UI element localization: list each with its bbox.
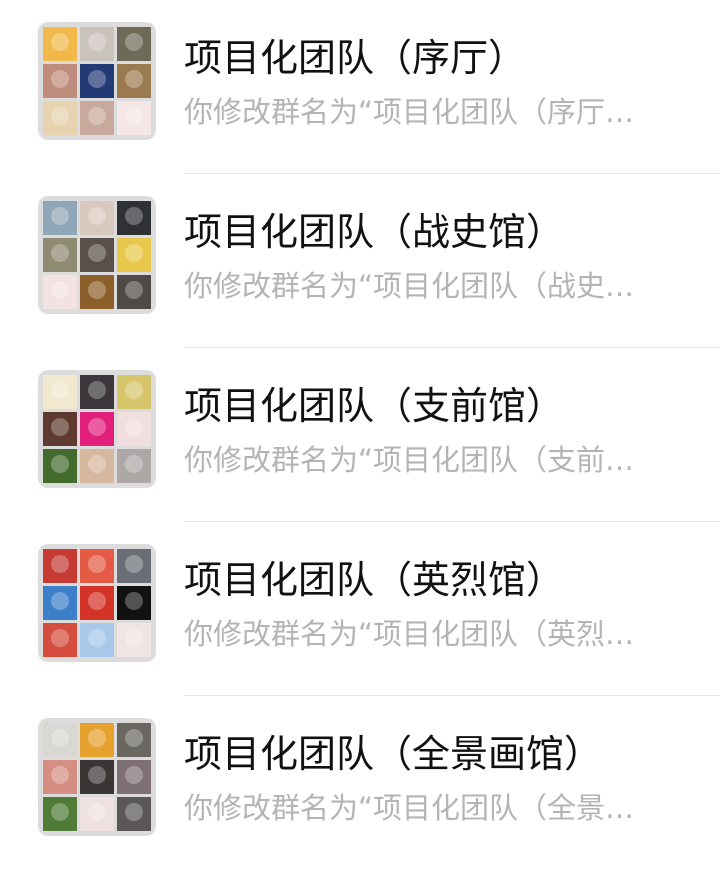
member-avatar-tile: [43, 760, 77, 794]
chat-item[interactable]: 项目化团队（序厅） 你修改群名为“项目化团队（序厅…: [0, 0, 720, 174]
chat-item[interactable]: 项目化团队（战史馆） 你修改群名为“项目化团队（战史…: [0, 174, 720, 348]
chat-title: 项目化团队（战史馆）: [184, 210, 565, 254]
member-avatar-tile: [117, 64, 151, 98]
chat-item[interactable]: 项目化团队（英烈馆） 你修改群名为“项目化团队（英烈…: [0, 522, 720, 696]
member-avatar-tile: [43, 623, 77, 657]
member-avatar-tile: [117, 623, 151, 657]
chat-preview: 你修改群名为“项目化团队（序厅…: [184, 95, 635, 129]
member-avatar-tile: [80, 723, 114, 757]
member-avatar-tile: [80, 275, 114, 309]
member-avatar-tile: [80, 449, 114, 483]
member-avatar-tile: [117, 238, 151, 272]
group-avatar[interactable]: [38, 196, 156, 314]
member-avatar-tile: [43, 449, 77, 483]
group-avatar[interactable]: [38, 718, 156, 836]
member-avatar-tile: [43, 64, 77, 98]
chat-preview: 你修改群名为“项目化团队（支前…: [184, 443, 635, 477]
member-avatar-tile: [80, 27, 114, 61]
member-avatar-tile: [117, 549, 151, 583]
member-avatar-tile: [80, 375, 114, 409]
member-avatar-tile: [117, 586, 151, 620]
member-avatar-tile: [43, 797, 77, 831]
member-avatar-tile: [80, 549, 114, 583]
member-avatar-tile: [117, 101, 151, 135]
chat-preview: 你修改群名为“项目化团队（英烈…: [184, 617, 635, 651]
chat-preview: 你修改群名为“项目化团队（战史…: [184, 269, 635, 303]
member-avatar-tile: [117, 275, 151, 309]
chat-item[interactable]: 项目化团队（全景画馆） 你修改群名为“项目化团队（全景…: [0, 696, 720, 870]
member-avatar-tile: [43, 412, 77, 446]
member-avatar-tile: [80, 797, 114, 831]
member-avatar-tile: [117, 412, 151, 446]
member-avatar-tile: [117, 375, 151, 409]
member-avatar-tile: [117, 723, 151, 757]
member-avatar-tile: [43, 275, 77, 309]
chat-item[interactable]: 项目化团队（支前馆） 你修改群名为“项目化团队（支前…: [0, 348, 720, 522]
chat-title: 项目化团队（支前馆）: [184, 384, 565, 428]
member-avatar-tile: [43, 101, 77, 135]
chat-title: 项目化团队（英烈馆）: [184, 558, 565, 602]
member-avatar-tile: [43, 201, 77, 235]
member-avatar-tile: [43, 27, 77, 61]
member-avatar-tile: [43, 375, 77, 409]
group-avatar[interactable]: [38, 370, 156, 488]
member-avatar-tile: [80, 201, 114, 235]
member-avatar-tile: [43, 238, 77, 272]
member-avatar-tile: [80, 760, 114, 794]
member-avatar-tile: [43, 723, 77, 757]
member-avatar-tile: [80, 586, 114, 620]
member-avatar-tile: [117, 201, 151, 235]
member-avatar-tile: [80, 101, 114, 135]
group-avatar[interactable]: [38, 22, 156, 140]
member-avatar-tile: [117, 760, 151, 794]
chat-preview: 你修改群名为“项目化团队（全景…: [184, 791, 635, 825]
member-avatar-tile: [117, 449, 151, 483]
member-avatar-tile: [80, 64, 114, 98]
chat-title: 项目化团队（全景画馆）: [184, 732, 603, 776]
member-avatar-tile: [80, 412, 114, 446]
member-avatar-tile: [80, 238, 114, 272]
member-avatar-tile: [117, 27, 151, 61]
group-avatar[interactable]: [38, 544, 156, 662]
chat-list: 项目化团队（序厅） 你修改群名为“项目化团队（序厅… 项目化团队（战史馆） 你修…: [0, 0, 720, 858]
member-avatar-tile: [80, 623, 114, 657]
member-avatar-tile: [43, 586, 77, 620]
member-avatar-tile: [43, 549, 77, 583]
member-avatar-tile: [117, 797, 151, 831]
chat-title: 项目化团队（序厅）: [184, 36, 527, 80]
